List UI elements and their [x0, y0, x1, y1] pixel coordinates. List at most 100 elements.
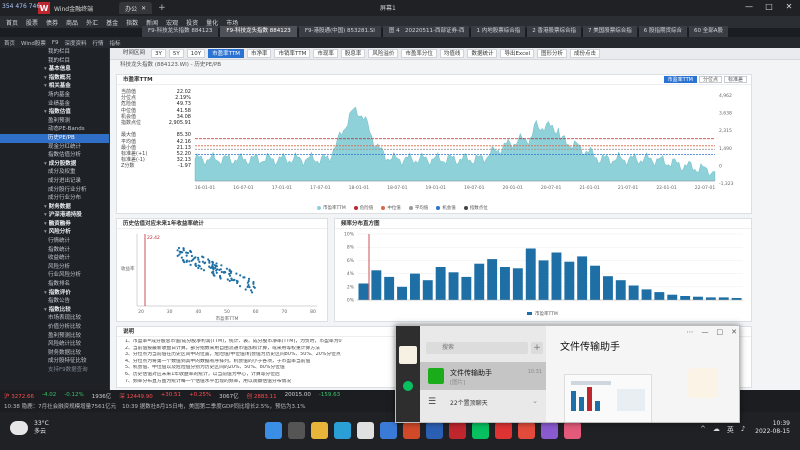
sidebar-item[interactable]: 市场表现比较	[0, 314, 109, 323]
sidebar-item[interactable]: 收益统计	[0, 254, 109, 263]
app-icon-2[interactable]	[564, 422, 581, 439]
file-explorer-icon[interactable]	[311, 422, 328, 439]
tray-icon-2[interactable]: 英	[727, 425, 734, 435]
sidebar-item[interactable]: 行业风险分析	[0, 271, 109, 280]
office-icon[interactable]	[403, 422, 420, 439]
nav-link-5[interactable]: 指标	[110, 39, 121, 47]
add-chat-button[interactable]: +	[531, 342, 543, 354]
menu-item-3[interactable]: 商品	[66, 18, 78, 27]
menu-item-6[interactable]: 指数	[126, 18, 138, 27]
weather-widget[interactable]: 33°C 多云	[10, 420, 49, 436]
pe-view-button-2[interactable]: 标准差	[723, 76, 747, 83]
sidebar-item[interactable]: ▾ 沪深港通持股	[0, 211, 109, 220]
toolbar-button-9[interactable]: 风险溢价	[368, 49, 399, 58]
sidebar-item[interactable]: 盈利预测	[0, 117, 109, 126]
sidebar-item[interactable]: 财务数据比较	[0, 349, 109, 358]
sidebar-item[interactable]: 历史PE/PB	[0, 133, 109, 143]
sidebar-item[interactable]: 盈利预测比较	[0, 332, 109, 341]
menu-item-0[interactable]: 首页	[6, 18, 18, 27]
nav-link-0[interactable]: 首页	[4, 39, 15, 47]
chrome-icon[interactable]	[357, 422, 374, 439]
more-button[interactable]: ⋯	[687, 328, 694, 336]
tab-0[interactable]: F9-科技龙头指数 884123	[142, 26, 219, 37]
tab-2[interactable]: F9-港股通(中国) 853281.SI	[298, 26, 381, 37]
sidebar-item[interactable]: 指数公告	[0, 297, 109, 306]
clock[interactable]: 10:39 2022-08-15	[755, 420, 790, 436]
nav-link-1[interactable]: Wind股票	[21, 39, 46, 47]
pe-view-button-1[interactable]: 分位点	[698, 76, 722, 83]
close-tab-icon[interactable]: ✕	[141, 5, 146, 12]
wind-app-icon[interactable]	[449, 422, 466, 439]
sidebar-item[interactable]: ▾ 基本信息	[0, 65, 109, 74]
pe-view-button-0[interactable]: 市盈率TTM	[663, 76, 697, 83]
sidebar-item[interactable]: ▾ 相关基金	[0, 82, 109, 91]
sidebar-item[interactable]: ▾ 指数估值	[0, 108, 109, 117]
sidebar-item[interactable]: 成分行业分布	[0, 194, 109, 203]
wechat-minimize-button[interactable]: —	[702, 328, 709, 336]
sidebar-item[interactable]: ▾ 财务数据	[0, 203, 109, 212]
toolbar-button-0[interactable]: 时间区间	[120, 49, 148, 58]
pinned-chats-group[interactable]: ☰ 22个置顶聊天 ⌄	[420, 392, 546, 412]
sidebar-item[interactable]: 成分股行业分析	[0, 186, 109, 195]
index-tab-5[interactable]: 60 全部A股	[688, 26, 728, 37]
sidebar-item[interactable]: 动态PE-Bands	[0, 125, 109, 134]
toolbar-button-6[interactable]: 市销率TTM	[274, 49, 311, 58]
sidebar-item[interactable]: ▾ 指数概况	[0, 74, 109, 83]
menu-item-5[interactable]: 基金	[106, 18, 118, 27]
sidebar-item[interactable]: 成分进出记录	[0, 177, 109, 186]
chat-item-file-transfer[interactable]: 文件传输助手 10:31 [图片]	[420, 362, 546, 390]
maximize-button[interactable]: □	[762, 1, 776, 13]
sidebar-item[interactable]: ▾ 指数比较	[0, 306, 109, 315]
index-tab-3[interactable]: 7 美国股票综合指	[582, 26, 637, 37]
sidebar-item[interactable]: 风险统计比较	[0, 340, 109, 349]
menu-item-2[interactable]: 债券	[46, 18, 58, 27]
sidebar-item[interactable]: 成分股特征比较	[0, 357, 109, 366]
tray-icon-3[interactable]: ♪	[741, 425, 745, 435]
minimize-button[interactable]: —	[742, 1, 756, 13]
sidebar-item[interactable]: 指数估值分析	[0, 151, 109, 160]
start-icon[interactable]	[265, 422, 282, 439]
toolbar-button-7[interactable]: 市现率	[313, 49, 338, 58]
search-icon[interactable]	[288, 422, 305, 439]
sidebar-item[interactable]: 业绩基金	[0, 100, 109, 109]
edge-icon[interactable]	[334, 422, 351, 439]
sidebar-item[interactable]: 行情统计	[0, 237, 109, 246]
wechat-search-input[interactable]: 搜索	[426, 342, 528, 354]
chat-icon[interactable]	[403, 381, 413, 391]
toolbar-button-3[interactable]: 10Y	[186, 49, 206, 58]
toolbar-button-15[interactable]: 成份点击	[570, 49, 601, 58]
news-item[interactable]: 10:38 隐鹿：7月社会融资规模增量7561亿元	[4, 402, 116, 410]
sidebar-item[interactable]: 风险分析	[0, 263, 109, 272]
index-tab-0[interactable]: 20220511-西部证券-西	[400, 26, 470, 37]
menu-item-1[interactable]: 股票	[26, 18, 38, 27]
image-message[interactable]	[564, 374, 652, 422]
word-icon[interactable]	[426, 422, 443, 439]
index-tab-4[interactable]: 6 股指期货综合	[638, 26, 687, 37]
toolbar-button-13[interactable]: 导出Excel	[500, 49, 535, 58]
toolbar-button-2[interactable]: 5Y	[168, 49, 184, 58]
toolbar-button-11[interactable]: 均值线	[439, 49, 465, 58]
sidebar-item[interactable]: ▾ 指数评价	[0, 289, 109, 298]
menu-item-4[interactable]: 外汇	[86, 18, 98, 27]
wps-icon[interactable]	[495, 422, 512, 439]
photo-icon[interactable]	[541, 422, 558, 439]
tray-icon-0[interactable]: ^	[700, 425, 706, 435]
sidebar-item[interactable]: 我的栏目	[0, 57, 109, 66]
sidebar-item[interactable]: 场内基金	[0, 91, 109, 100]
sidebar-item[interactable]: 支持F9数据查询	[0, 366, 109, 375]
browser-tab[interactable]: 办公 ✕	[119, 2, 153, 14]
toolbar-button-14[interactable]: 图形分析	[537, 49, 568, 58]
wechat-close-button[interactable]: ✕	[731, 328, 737, 336]
index-tab-2[interactable]: 2 香港股票综合指	[527, 26, 581, 37]
tab-1[interactable]: F9-科技龙头指数 884123	[220, 26, 297, 37]
sidebar-item[interactable]: 现金分红统计	[0, 143, 109, 152]
news-item[interactable]: 10:39 据数社8月15日电，美国第二季度GDP同比增长2.5%，预估为3.1…	[122, 402, 305, 410]
wps-pdf-icon[interactable]	[518, 422, 535, 439]
sidebar-item[interactable]: ▾ 融资融券	[0, 220, 109, 229]
sidebar-item[interactable]: 价值分析比较	[0, 323, 109, 332]
toolbar-button-1[interactable]: 3Y	[151, 49, 166, 58]
sidebar-item[interactable]: ▾ 风险分析	[0, 228, 109, 237]
nav-link-2[interactable]: F9	[52, 40, 59, 46]
nav-link-4[interactable]: 行情	[93, 39, 104, 47]
toolbar-button-12[interactable]: 数据统计	[467, 49, 498, 58]
